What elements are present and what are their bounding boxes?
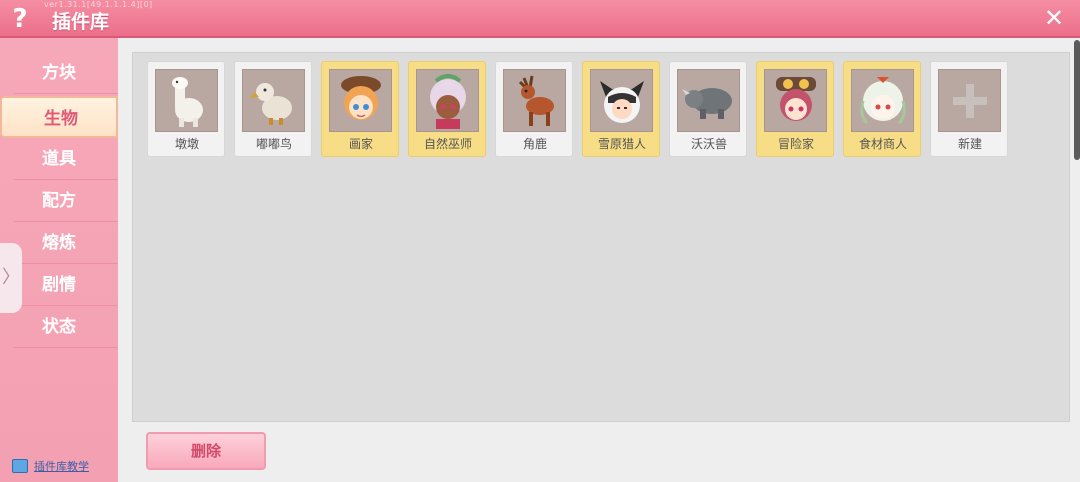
sidebar-item-recipes[interactable]: 配方: [14, 180, 118, 222]
card-dodo-bird[interactable]: 嘟嘟鸟: [234, 61, 312, 157]
card-painter[interactable]: 画家: [321, 61, 399, 157]
question-icon[interactable]: ?: [6, 4, 34, 34]
delete-button[interactable]: 删除: [146, 432, 266, 470]
tutorial-label: 插件库教学: [34, 460, 89, 473]
card-dundun[interactable]: 墩墩: [147, 61, 225, 157]
title-bar: ? ver1.31.1[49.1.1.1.4][0] 插件库 ✕: [0, 0, 1080, 38]
deer-icon: [503, 69, 566, 132]
card-label: 画家: [348, 137, 373, 151]
expand-tab[interactable]: 〉: [0, 243, 22, 313]
card-label: 沃沃兽: [690, 137, 727, 151]
sidebar-item-story[interactable]: 剧情: [14, 264, 118, 306]
card-label: 墩墩: [174, 137, 199, 151]
rhino-icon: [677, 69, 740, 132]
card-label: 雪原猎人: [597, 137, 646, 151]
tutorial-link[interactable]: 插件库教学: [12, 458, 89, 474]
card-label: 新建: [957, 137, 982, 151]
card-label: 角鹿: [522, 137, 547, 151]
close-icon[interactable]: ✕: [1040, 4, 1068, 32]
category-sidebar: 方块 生物 道具 配方 熔炼 剧情 状态 〉: [0, 38, 118, 482]
card-adventurer[interactable]: 冒险家: [756, 61, 834, 157]
card-label: 自然巫师: [423, 137, 472, 151]
nature-wizard-avatar-icon: [416, 69, 479, 132]
sidebar-item-creatures[interactable]: 生物: [0, 96, 118, 138]
sidebar-item-status[interactable]: 状态: [14, 306, 118, 348]
sidebar-item-smelting[interactable]: 熔炼: [14, 222, 118, 264]
scrollbar[interactable]: [1074, 40, 1080, 160]
chevron-right-icon: 〉: [2, 267, 20, 288]
adventurer-avatar-icon: [764, 69, 827, 132]
snow-hunter-avatar-icon: [590, 69, 653, 132]
card-nature-wizard[interactable]: 自然巫师: [408, 61, 486, 157]
book-icon: [12, 459, 28, 473]
card-label: 冒险家: [777, 137, 814, 151]
dodo-bird-icon: [242, 69, 305, 132]
card-new[interactable]: 新建: [930, 61, 1008, 157]
card-horned-deer[interactable]: 角鹿: [495, 61, 573, 157]
main-area: 墩墩 嘟嘟鸟 画家 自然巫师 角鹿 雪原猎人 沃沃兽 冒险家 食材商人 新建 删…: [118, 38, 1080, 482]
plus-icon: [938, 69, 1001, 132]
card-snowfield-hunter[interactable]: 雪原猎人: [582, 61, 660, 157]
sidebar-item-blocks[interactable]: 方块: [14, 52, 118, 94]
card-label: 食材商人: [858, 137, 907, 151]
card-label: 嘟嘟鸟: [255, 137, 292, 151]
card-food-merchant[interactable]: 食材商人: [843, 61, 921, 157]
page-title: 插件库: [52, 11, 110, 33]
card-wowo-beast[interactable]: 沃沃兽: [669, 61, 747, 157]
sidebar-item-items[interactable]: 道具: [14, 138, 118, 180]
painter-avatar-icon: [329, 69, 392, 132]
alpaca-icon: [155, 69, 218, 132]
plugin-grid: 墩墩 嘟嘟鸟 画家 自然巫师 角鹿 雪原猎人 沃沃兽 冒险家 食材商人 新建: [132, 52, 1070, 422]
merchant-avatar-icon: [851, 69, 914, 132]
